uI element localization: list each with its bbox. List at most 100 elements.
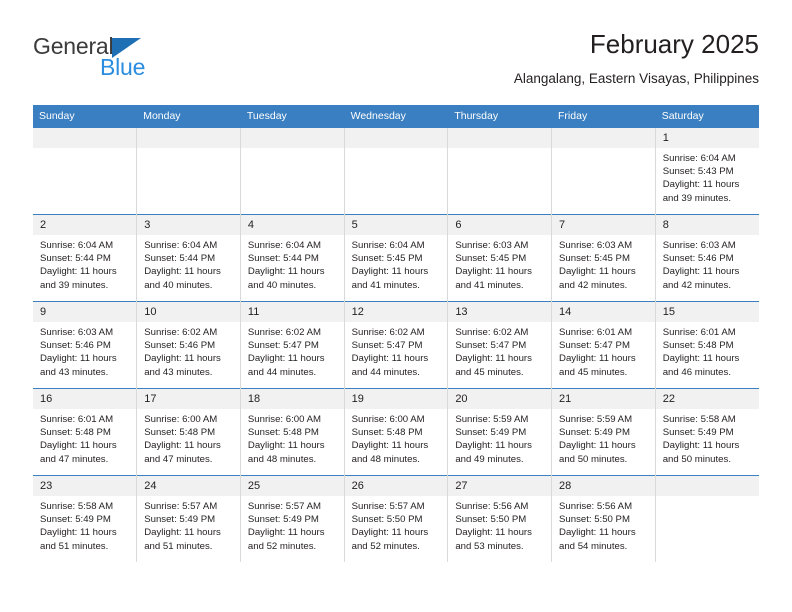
calendar-day-cell[interactable]: 5 Sunrise: 6:04 AM Sunset: 5:45 PM Daylight… [344, 214, 449, 302]
calendar-day-cell[interactable]: 19 Sunrise: 6:00 AM Sunset: 5:48 PM Dayligh… [344, 388, 449, 476]
calendar-day-cell[interactable]: 28 Sunrise: 5:56 AM Sunset: 5:50 PM Dayligh… [551, 475, 656, 562]
calendar-day-cell[interactable]: 1 Sunrise: 6:04 AM Sunset: 5:43 PM Daylight… [655, 127, 759, 215]
day-number: 11 [240, 302, 344, 322]
day-cell-content: 10 Sunrise: 6:02 AM Sunset: 5:46 PM Dayligh… [137, 302, 240, 388]
calendar-day-cell[interactable]: 22 Sunrise: 5:58 AM Sunset: 5:49 PM Dayligh… [655, 388, 759, 476]
calendar-day-cell-empty [655, 475, 759, 562]
sunset-text: Sunset: 5:47 PM [559, 340, 630, 352]
day-number: 3 [137, 215, 240, 235]
weekday-header-friday: Friday [551, 105, 656, 128]
calendar-day-cell[interactable]: 4 Sunrise: 6:04 AM Sunset: 5:44 PM Daylight… [240, 214, 345, 302]
day-cell-content [344, 128, 448, 214]
calendar-day-cell[interactable]: 11 Sunrise: 6:02 AM Sunset: 5:47 PM Dayligh… [240, 301, 345, 389]
calendar-day-cell[interactable]: 9 Sunrise: 6:03 AM Sunset: 5:46 PM Daylight… [33, 301, 138, 389]
calendar-day-cell-empty [136, 127, 241, 215]
day-sun-info: Sunrise: 6:01 AM Sunset: 5:48 PM Daylight:… [656, 322, 759, 379]
calendar-day-cell[interactable]: 14 Sunrise: 6:01 AM Sunset: 5:47 PM Dayligh… [551, 301, 656, 389]
daylight-text: Daylight: 11 hours and 41 minutes. [455, 266, 532, 291]
daylight-text: Daylight: 11 hours and 52 minutes. [351, 527, 429, 552]
sunrise-text: Sunrise: 5:56 AM [559, 501, 633, 512]
calendar-day-cell-empty [447, 127, 553, 215]
day-number: 24 [137, 476, 240, 496]
day-number: 4 [240, 215, 344, 235]
day-number: 15 [655, 302, 759, 322]
sunset-text: Sunset: 5:45 PM [559, 253, 630, 265]
sunrise-text: Sunrise: 5:57 AM [144, 501, 218, 512]
calendar-day-cell[interactable]: 10 Sunrise: 6:02 AM Sunset: 5:46 PM Dayligh… [136, 301, 241, 389]
logo-text-blue: Blue [100, 54, 146, 80]
calendar-day-cell[interactable]: 25 Sunrise: 5:57 AM Sunset: 5:49 PM Dayligh… [240, 475, 345, 562]
daylight-text: Daylight: 11 hours and 43 minutes. [40, 353, 117, 378]
calendar-day-cell-empty [240, 127, 345, 215]
day-number: 10 [137, 302, 240, 322]
day-cell-content: 18 Sunrise: 6:00 AM Sunset: 5:48 PM Dayligh… [240, 389, 344, 475]
day-cell-content: 6 Sunrise: 6:03 AM Sunset: 5:45 PM Daylight… [448, 215, 552, 301]
day-cell-content: 23 Sunrise: 5:58 AM Sunset: 5:49 PM Dayligh… [33, 476, 137, 562]
weekday-header-saturday: Saturday [655, 105, 759, 128]
calendar-day-cell[interactable]: 26 Sunrise: 5:57 AM Sunset: 5:50 PM Dayligh… [344, 475, 449, 562]
daylight-text: Daylight: 11 hours and 44 minutes. [247, 353, 325, 378]
calendar-day-cell-empty [33, 127, 138, 215]
day-number: 14 [552, 302, 655, 322]
calendar-week-row: 1 Sunrise: 6:04 AM Sunset: 5:43 PM Daylight… [33, 127, 759, 215]
general-blue-logo[interactable]: General Blue [33, 34, 233, 94]
sunset-text: Sunset: 5:49 PM [455, 427, 527, 439]
sunrise-text: Sunrise: 5:57 AM [351, 501, 425, 512]
calendar-day-cell[interactable]: 23 Sunrise: 5:58 AM Sunset: 5:49 PM Dayligh… [33, 475, 138, 562]
day-number: 5 [344, 215, 448, 235]
sunrise-text: Sunrise: 5:59 AM [455, 414, 529, 425]
day-number: 7 [552, 215, 655, 235]
weekday-header-sunday: Sunday [33, 105, 138, 128]
calendar-day-cell[interactable]: 21 Sunrise: 5:59 AM Sunset: 5:49 PM Dayligh… [551, 388, 656, 476]
calendar-day-cell[interactable]: 16 Sunrise: 6:01 AM Sunset: 5:48 PM Dayligh… [33, 388, 138, 476]
daylight-text: Daylight: 11 hours and 43 minutes. [144, 353, 221, 378]
calendar-day-cell[interactable]: 17 Sunrise: 6:00 AM Sunset: 5:48 PM Dayligh… [136, 388, 241, 476]
day-sun-info: Sunrise: 6:00 AM Sunset: 5:48 PM Daylight:… [345, 409, 448, 466]
calendar-day-cell[interactable]: 3 Sunrise: 6:04 AM Sunset: 5:44 PM Daylight… [136, 214, 241, 302]
sunset-text: Sunset: 5:48 PM [351, 427, 423, 439]
day-sun-info: Sunrise: 6:03 AM Sunset: 5:45 PM Daylight:… [448, 235, 551, 292]
day-cell-content: 17 Sunrise: 6:00 AM Sunset: 5:48 PM Dayligh… [137, 389, 240, 475]
day-sun-info: Sunrise: 5:57 AM Sunset: 5:49 PM Daylight:… [137, 496, 240, 553]
calendar-day-cell[interactable]: 20 Sunrise: 5:59 AM Sunset: 5:49 PM Dayligh… [447, 388, 553, 476]
sunset-text: Sunset: 5:47 PM [455, 340, 527, 352]
sunrise-text: Sunrise: 6:03 AM [455, 240, 529, 251]
day-sun-info: Sunrise: 6:04 AM Sunset: 5:44 PM Daylight:… [33, 235, 136, 292]
daylight-text: Daylight: 11 hours and 54 minutes. [559, 527, 636, 552]
sunrise-text: Sunrise: 6:01 AM [559, 327, 633, 338]
day-sun-info: Sunrise: 6:02 AM Sunset: 5:46 PM Daylight:… [137, 322, 240, 379]
calendar-day-cell[interactable]: 12 Sunrise: 6:02 AM Sunset: 5:47 PM Dayligh… [344, 301, 449, 389]
daylight-text: Daylight: 11 hours and 40 minutes. [144, 266, 221, 291]
sunset-text: Sunset: 5:49 PM [40, 514, 111, 526]
day-number [137, 128, 240, 148]
calendar-day-cell-empty [551, 127, 656, 215]
calendar-day-cell[interactable]: 15 Sunrise: 6:01 AM Sunset: 5:48 PM Dayligh… [655, 301, 759, 389]
sunset-text: Sunset: 5:49 PM [144, 514, 216, 526]
page-title: February 2025 [589, 29, 759, 59]
weekday-header-row: Sunday Monday Tuesday Wednesday Thursday… [33, 105, 759, 128]
sunrise-text: Sunrise: 5:56 AM [455, 501, 529, 512]
calendar-day-cell[interactable]: 18 Sunrise: 6:00 AM Sunset: 5:48 PM Dayligh… [240, 388, 345, 476]
calendar-day-cell[interactable]: 7 Sunrise: 6:03 AM Sunset: 5:45 PM Daylight… [551, 214, 656, 302]
daylight-text: Daylight: 11 hours and 50 minutes. [559, 440, 636, 465]
sunset-text: Sunset: 5:49 PM [662, 427, 734, 439]
sunrise-text: Sunrise: 6:02 AM [351, 327, 425, 338]
calendar-day-cell[interactable]: 2 Sunrise: 6:04 AM Sunset: 5:44 PM Daylight… [33, 214, 138, 302]
day-number: 23 [33, 476, 137, 496]
day-number: 27 [448, 476, 552, 496]
day-cell-content [448, 128, 552, 214]
daylight-text: Daylight: 11 hours and 40 minutes. [247, 266, 325, 291]
calendar-day-cell[interactable]: 13 Sunrise: 6:02 AM Sunset: 5:47 PM Dayligh… [447, 301, 553, 389]
day-sun-info: Sunrise: 6:04 AM Sunset: 5:44 PM Daylight:… [137, 235, 240, 292]
sunrise-text: Sunrise: 6:00 AM [144, 414, 218, 425]
day-cell-content: 27 Sunrise: 5:56 AM Sunset: 5:50 PM Dayligh… [448, 476, 552, 562]
calendar-day-cell[interactable]: 8 Sunrise: 6:03 AM Sunset: 5:46 PM Daylight… [655, 214, 759, 302]
day-number [552, 128, 655, 148]
calendar-day-cell[interactable]: 24 Sunrise: 5:57 AM Sunset: 5:49 PM Dayligh… [136, 475, 241, 562]
day-cell-content [240, 128, 344, 214]
sunset-text: Sunset: 5:50 PM [455, 514, 527, 526]
calendar-day-cell[interactable]: 27 Sunrise: 5:56 AM Sunset: 5:50 PM Dayligh… [447, 475, 553, 562]
page-subtitle: Alangalang, Eastern Visayas, Philippines [513, 71, 759, 86]
sunrise-sunset-calendar: Sunday Monday Tuesday Wednesday Thursday… [33, 105, 759, 562]
calendar-day-cell[interactable]: 6 Sunrise: 6:03 AM Sunset: 5:45 PM Daylight… [447, 214, 553, 302]
